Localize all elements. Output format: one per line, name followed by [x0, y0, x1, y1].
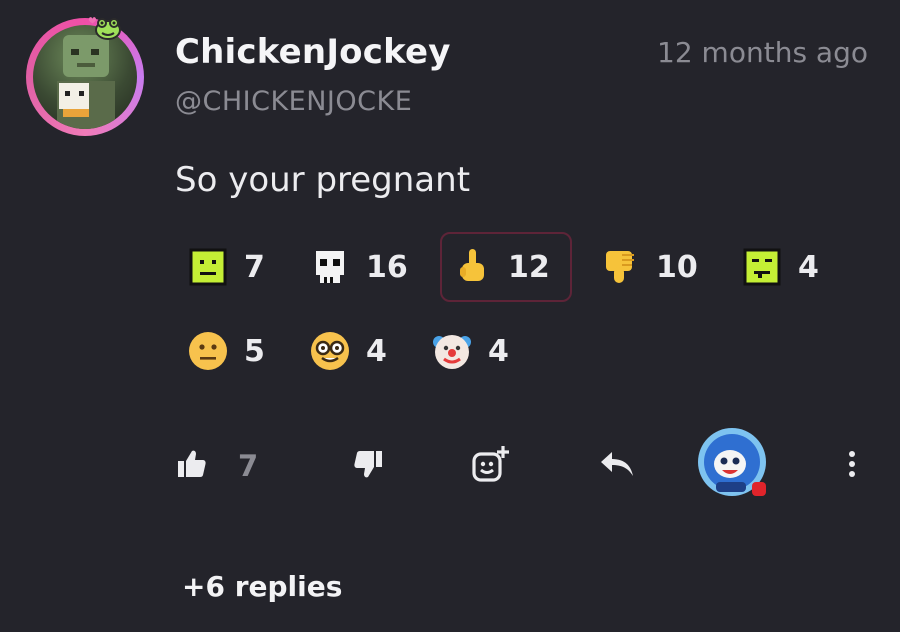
frog-badge-icon	[88, 14, 122, 42]
reaction-count: 4	[798, 249, 819, 285]
author-avatar[interactable]	[26, 17, 144, 136]
reaction-neutral-block[interactable]: 7	[176, 232, 275, 302]
neutral-block-face-icon	[186, 245, 230, 289]
reaction-middle-finger-selected[interactable]: 12	[440, 232, 572, 302]
nerd-face-emoji-icon	[308, 329, 352, 373]
neutral-face-emoji-icon	[186, 329, 230, 373]
skull-icon	[308, 245, 352, 289]
reaction-count: 4	[488, 333, 509, 369]
reaction-skull[interactable]: 16	[298, 232, 418, 302]
reaction-neutral-face[interactable]: 5	[176, 316, 275, 386]
thumbs-down-icon	[352, 448, 384, 484]
reaction-nerd-face[interactable]: 4	[298, 316, 397, 386]
reply-arrow-icon	[598, 448, 636, 484]
reaction-thumbs-down[interactable]: 10	[588, 232, 708, 302]
author-handle[interactable]: @CHICKENJOCKE	[175, 86, 412, 117]
thumbs-up-icon	[176, 448, 208, 484]
middle-finger-icon	[450, 245, 494, 289]
reply-button[interactable]	[598, 442, 636, 490]
creator-avatar-image	[696, 428, 772, 504]
reaction-count: 7	[244, 249, 265, 285]
comment-timestamp: 12 months ago	[657, 36, 868, 69]
like-button[interactable]: 7	[176, 442, 258, 490]
author-name[interactable]: ChickenJockey	[175, 32, 451, 72]
reaction-clown-face[interactable]: 4	[420, 316, 519, 386]
add-reaction-button[interactable]	[470, 442, 510, 490]
thumbs-down-icon	[598, 245, 642, 289]
view-replies-button[interactable]: +6 replies	[182, 570, 342, 603]
clown-face-emoji-icon	[430, 329, 474, 373]
dislike-button[interactable]	[352, 442, 384, 490]
reaction-count: 16	[366, 249, 408, 285]
more-vertical-icon	[838, 448, 866, 484]
add-reaction-icon	[470, 444, 510, 488]
reaction-sick-block[interactable]: 4	[730, 232, 829, 302]
reaction-count: 10	[656, 249, 698, 285]
more-options-button[interactable]	[838, 442, 866, 490]
like-count: 7	[238, 449, 259, 483]
comment-text: So your pregnant	[175, 160, 471, 200]
reaction-count: 12	[508, 249, 550, 285]
reaction-count: 4	[366, 333, 387, 369]
sick-block-face-icon	[740, 245, 784, 289]
reaction-count: 5	[244, 333, 265, 369]
commenter-avatar[interactable]	[696, 428, 772, 504]
